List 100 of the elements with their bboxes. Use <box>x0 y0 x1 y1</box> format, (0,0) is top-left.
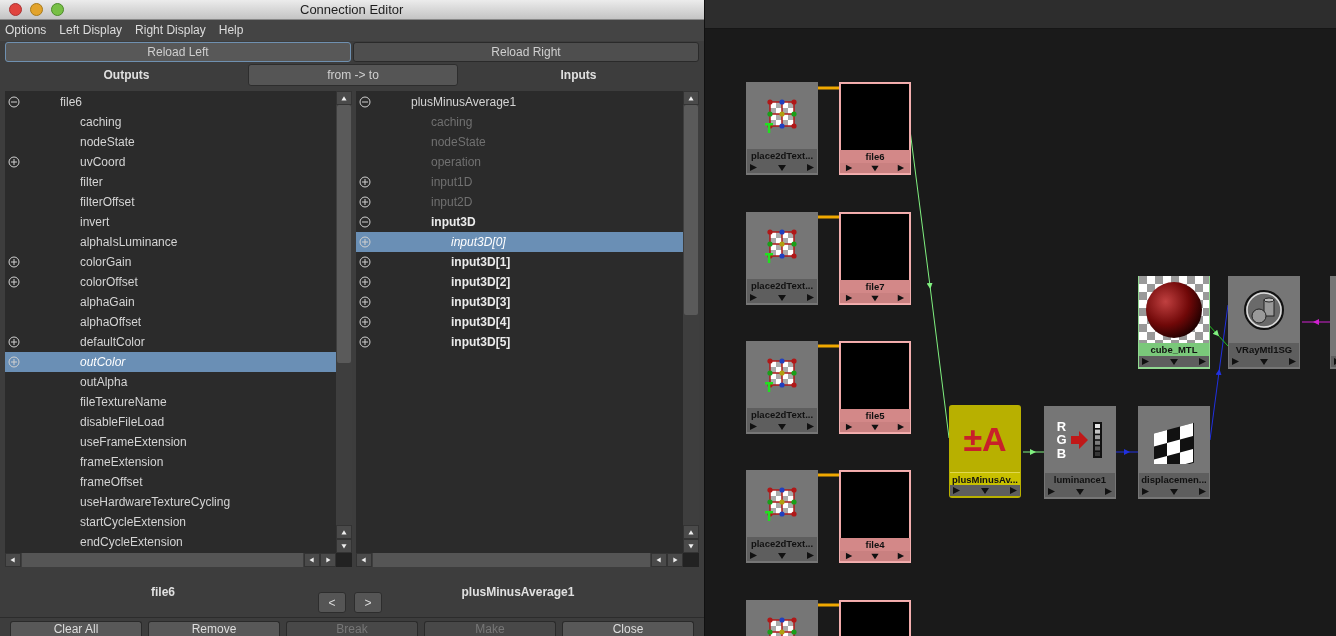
node-icon-glyph: RGB <box>1055 419 1068 461</box>
scrollbar-thumb[interactable] <box>337 104 351 363</box>
connection-line <box>1022 449 1045 455</box>
reload-button[interactable]: Reload Right <box>353 41 699 62</box>
shading-group-icon <box>1242 288 1286 332</box>
attribute-item[interactable]: disableFileLoad <box>5 411 336 432</box>
node-icon-glyph: ±A <box>963 422 1007 456</box>
attribute-item[interactable]: input3D <box>356 211 683 232</box>
node-label: luminance1 <box>1045 473 1115 486</box>
menu-item[interactable]: Options <box>5 21 47 40</box>
attribute-item[interactable]: colorGain <box>5 251 336 272</box>
minimize-window-icon[interactable] <box>30 3 43 17</box>
attribute-item[interactable]: input3D[4] <box>356 311 683 332</box>
node-ports[interactable] <box>840 422 910 432</box>
node-ports[interactable] <box>1139 486 1209 497</box>
inputs-heading: Inputs <box>559 67 598 85</box>
node-ports[interactable] <box>1045 486 1115 497</box>
attribute-item[interactable]: outAlpha <box>5 371 336 392</box>
node-ports[interactable] <box>950 485 1020 496</box>
node-ports[interactable] <box>840 293 910 303</box>
attribute-item[interactable]: filter <box>5 171 336 192</box>
attribute-item[interactable]: input3D[1] <box>356 251 683 272</box>
node-label: place2dText... <box>747 149 817 162</box>
collapse-icon[interactable] <box>8 95 20 108</box>
connection-line <box>818 473 839 477</box>
node-label: cube_MTL <box>1139 343 1209 356</box>
action-button[interactable]: Remove <box>148 621 280 636</box>
node-ports[interactable] <box>747 292 817 303</box>
action-button[interactable]: Clear All <box>10 621 142 636</box>
graph-node[interactable]: ±A plusMinusAv... <box>949 405 1021 498</box>
attribute-item[interactable]: colorOffset <box>5 271 336 292</box>
graph-node[interactable]: file4 <box>839 470 911 563</box>
attribute-item[interactable]: nodeState <box>5 131 336 152</box>
vertical-scrollbar[interactable] <box>683 90 699 553</box>
node-ports[interactable] <box>747 162 817 173</box>
direction-button[interactable]: from -> to <box>248 64 458 87</box>
node-ports[interactable] <box>1139 356 1209 367</box>
scrollbar-thumb[interactable] <box>684 104 698 315</box>
zoom-window-icon[interactable] <box>51 3 64 17</box>
horizontal-scrollbar[interactable] <box>356 552 699 567</box>
expand-icon[interactable] <box>359 255 371 268</box>
attribute-item[interactable]: invert <box>5 211 336 232</box>
attribute-item[interactable]: alphaOffset <box>5 311 336 332</box>
node-label: VRayMtl1SG <box>1229 343 1299 356</box>
nav-button[interactable]: < <box>318 592 346 614</box>
attribute-item[interactable]: useFrameExtension <box>5 431 336 452</box>
horizontal-scrollbar[interactable] <box>5 552 352 567</box>
vertical-scrollbar[interactable] <box>336 90 352 553</box>
expand-icon[interactable] <box>8 275 20 288</box>
node-ports[interactable] <box>747 550 817 561</box>
menu-item[interactable]: Right Display <box>135 21 206 40</box>
graph-node[interactable]: RGB luminance1 <box>1044 406 1116 499</box>
attribute-item[interactable]: defaultColor <box>5 331 336 352</box>
expand-icon[interactable] <box>8 155 20 168</box>
attribute-item[interactable]: startCycleExtension <box>5 511 336 532</box>
graph-node[interactable]: file6 <box>839 82 911 175</box>
expand-icon[interactable] <box>359 315 371 328</box>
nav-button[interactable]: > <box>354 592 382 614</box>
attribute-item[interactable]: fileTextureName <box>5 391 336 412</box>
attribute-item[interactable]: frameOffset <box>5 471 336 492</box>
graph-node[interactable]: cube_MTL <box>1138 276 1210 369</box>
node-ports[interactable] <box>747 421 817 432</box>
attribute-item[interactable]: alphaIsLuminance <box>5 231 336 252</box>
attribute-item[interactable]: frameExtension <box>5 451 336 472</box>
collapse-icon[interactable] <box>359 215 371 228</box>
node-label: file5 <box>840 409 910 422</box>
expand-icon[interactable] <box>359 335 371 348</box>
action-button[interactable]: Close <box>562 621 694 636</box>
expand-icon[interactable] <box>8 255 20 268</box>
attribute-item[interactable]: input3D[5] <box>356 331 683 352</box>
node-ports[interactable] <box>840 551 910 561</box>
attribute-item[interactable]: alphaGain <box>5 291 336 312</box>
node-label: plusMinusAv... <box>950 472 1020 485</box>
menu-item[interactable]: Left Display <box>59 21 123 40</box>
scrollbar-thumb[interactable] <box>373 552 650 567</box>
graph-node[interactable]: file7 <box>839 212 911 305</box>
connection-line <box>818 603 839 607</box>
texture-swatch <box>841 84 909 150</box>
attribute-item[interactable]: useHardwareTextureCycling <box>5 491 336 512</box>
expand-icon[interactable] <box>8 335 20 348</box>
expand-icon[interactable] <box>359 295 371 308</box>
attribute-item[interactable]: file6 <box>5 91 336 112</box>
expand-icon[interactable] <box>359 275 371 288</box>
sphere-swatch-icon <box>1139 276 1209 344</box>
node-ports[interactable] <box>840 163 910 173</box>
graph-node[interactable]: file5 <box>839 341 911 434</box>
scrollbar-thumb[interactable] <box>22 552 303 567</box>
attribute-item[interactable]: caching <box>5 111 336 132</box>
attribute-item[interactable]: filterOffset <box>5 191 336 212</box>
reload-button[interactable]: Reload Left <box>5 41 351 62</box>
attribute-item[interactable]: input3D[2] <box>356 271 683 292</box>
attribute-item[interactable]: uvCoord <box>5 151 336 172</box>
close-window-icon[interactable] <box>9 3 22 17</box>
attribute-item[interactable]: endCycleExtension <box>5 531 336 552</box>
attribute-item[interactable]: plusMinusAverage1 <box>356 91 683 112</box>
node-label: file7 <box>840 280 910 293</box>
menu-item[interactable]: Help <box>218 21 244 40</box>
collapse-icon[interactable] <box>359 95 371 108</box>
node-ports[interactable] <box>1229 356 1299 367</box>
attribute-item[interactable]: input3D[3] <box>356 291 683 312</box>
